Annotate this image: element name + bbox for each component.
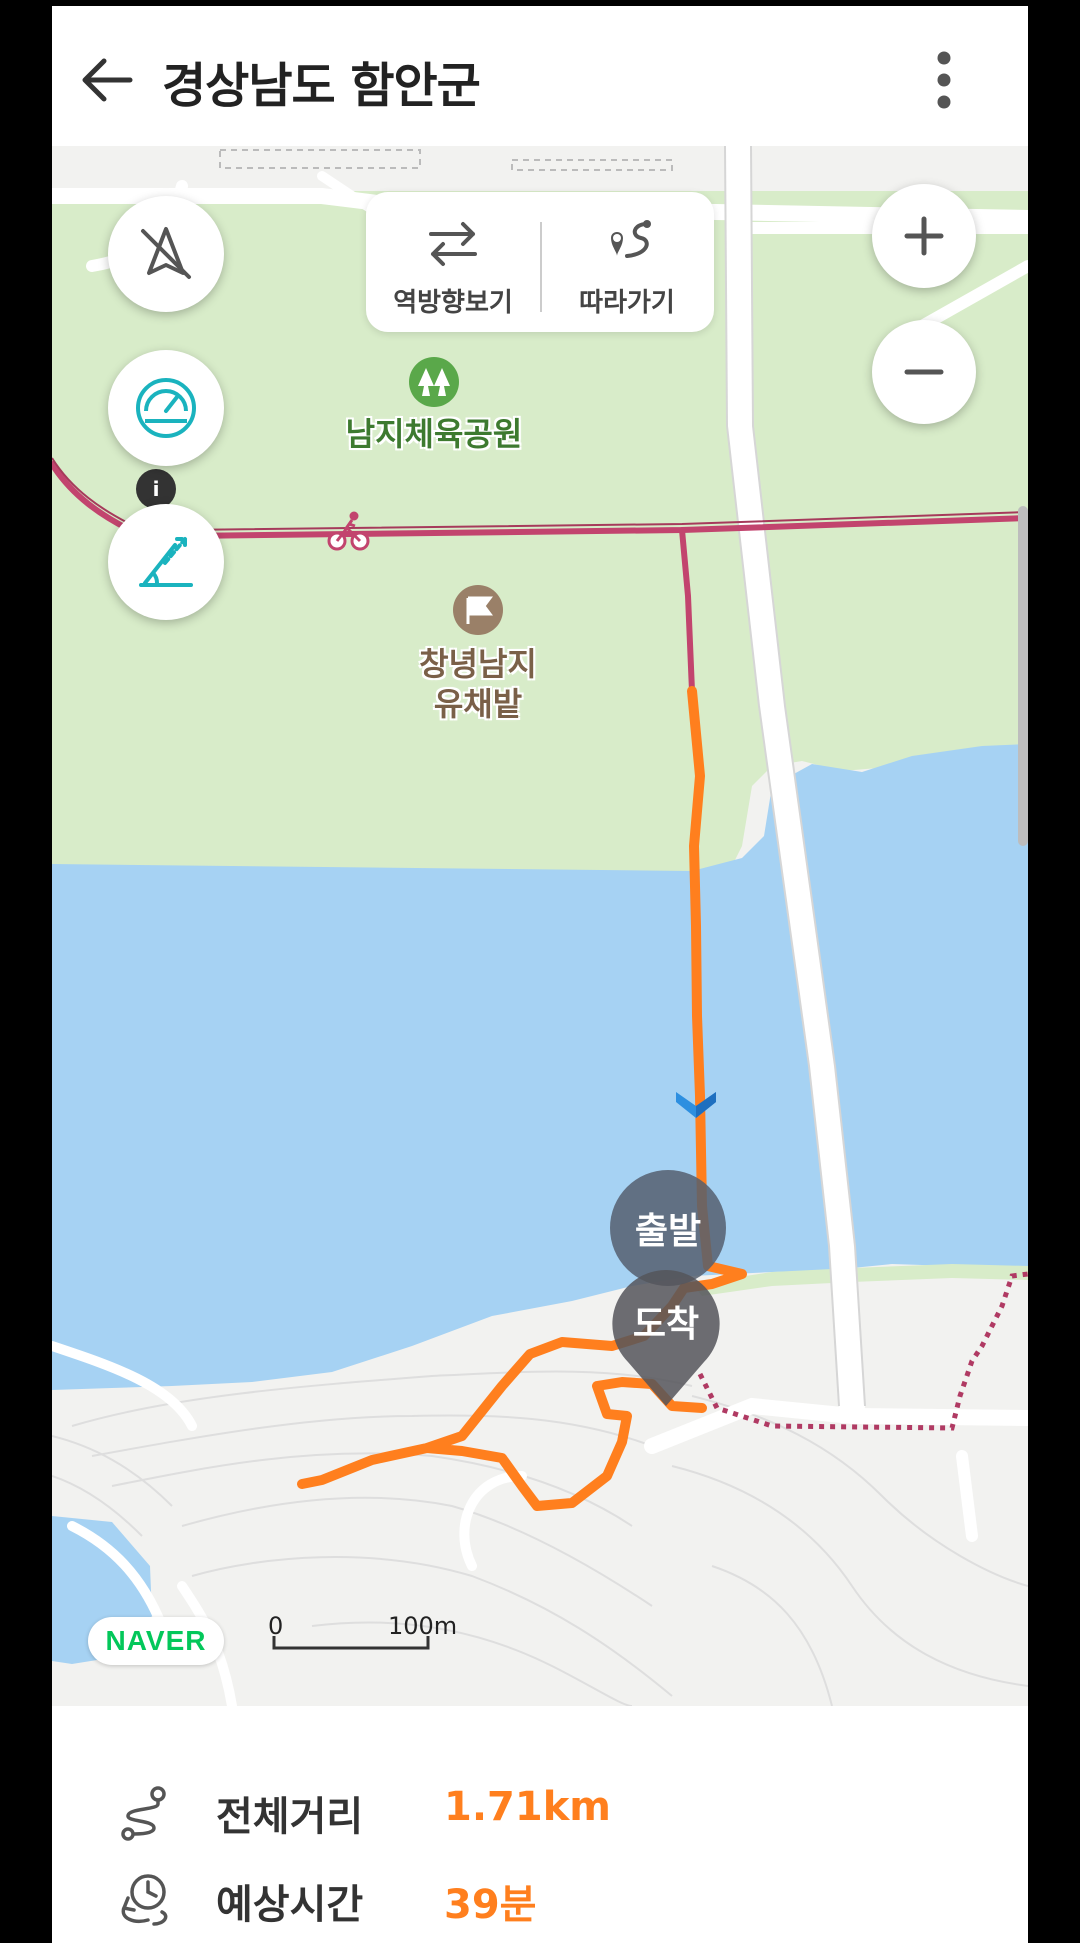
zoom-out-button[interactable]: [872, 320, 976, 424]
flag-icon: [453, 585, 503, 635]
elevation-button[interactable]: [108, 504, 224, 620]
follow-route-label: 따라가기: [579, 288, 675, 318]
time-label: 예상시간: [216, 1882, 364, 1928]
follow-route-button[interactable]: 따라가기: [540, 192, 714, 332]
time-row: 예상시간 39분: [114, 1864, 914, 1934]
end-marker-label: 도착: [632, 1304, 700, 1345]
distance-label: 전체거리: [216, 1794, 364, 1840]
compass-off-icon: [141, 227, 191, 279]
park-tree-icon: [409, 357, 459, 407]
plus-icon: [904, 216, 944, 256]
app-bar: 경상남도 함안군: [52, 6, 1028, 146]
more-options-button[interactable]: [914, 44, 974, 116]
route-distance-icon: [121, 1786, 166, 1841]
reverse-direction-label: 역방향보기: [393, 288, 513, 318]
time-value: 39분: [444, 1882, 537, 1928]
start-marker-label: 출발: [634, 1211, 702, 1252]
poi-label-park[interactable]: 남지체육공원: [334, 414, 534, 454]
svg-text:i: i: [153, 477, 160, 501]
compass-toggle-button[interactable]: [108, 196, 224, 312]
map-view[interactable]: i 남지체육공원 창녕남지 유채밭 역방향보기 따라가기 출발 도착 NAVER…: [52, 146, 1028, 1706]
distance-row: 전체거리 1.71km: [114, 1776, 914, 1846]
naver-logo: NAVER: [88, 1617, 224, 1665]
elevation-icon: [139, 537, 193, 587]
clock-icon: [121, 1874, 168, 1926]
page-title: 경상남도 함안군: [162, 58, 481, 114]
end-marker[interactable]: 도착: [608, 1266, 724, 1412]
poi-label-field[interactable]: 창녕남지 유채밭: [378, 644, 578, 724]
speedometer-icon: [136, 378, 196, 438]
route-summary-panel: 전체거리 1.71km 예상시간 39분: [52, 1706, 1028, 1943]
more-vert-icon: [937, 51, 951, 109]
zoom-in-button[interactable]: [872, 184, 976, 288]
scale-zero-label: 0: [268, 1612, 284, 1640]
scale-distance-label: 100m: [388, 1612, 458, 1640]
back-arrow-icon: [82, 58, 133, 102]
speedometer-button[interactable]: [108, 350, 224, 466]
back-button[interactable]: [74, 48, 138, 112]
distance-value: 1.71km: [444, 1784, 611, 1830]
reverse-direction-button[interactable]: 역방향보기: [366, 192, 540, 332]
route-options-panel: 역방향보기 따라가기: [366, 192, 714, 332]
route-follow-icon: [611, 220, 651, 258]
screen: 경상남도 함안군 i 남지체육공원 창녕남지 유채밭 역방향보기 따라가기 출발…: [52, 6, 1028, 1943]
minus-icon: [904, 369, 944, 375]
swap-arrows-icon: [429, 222, 477, 266]
